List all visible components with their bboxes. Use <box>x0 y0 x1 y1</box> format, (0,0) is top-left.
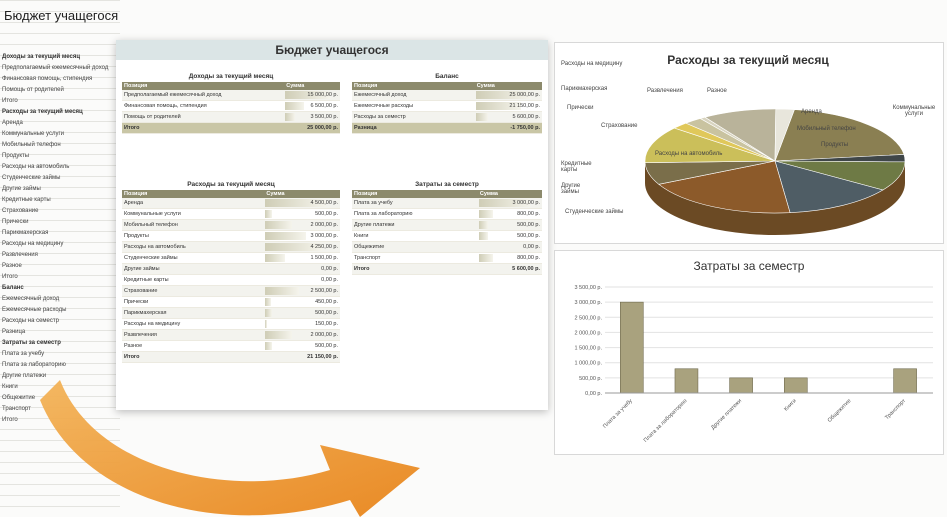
amount-value: 450,00 р. <box>315 299 338 305</box>
amount-value: 1 500,00 р. <box>310 255 338 261</box>
curved-arrow-shape <box>40 380 420 517</box>
amount-value: 800,00 р. <box>517 255 540 261</box>
amount-value: 2 000,00 р. <box>310 222 338 228</box>
arrow-graphic <box>40 380 420 517</box>
amount-value: 4 500,00 р. <box>310 200 338 206</box>
amount-value: 500,00 р. <box>517 233 540 239</box>
amount-value: 21 150,00 р. <box>509 103 540 109</box>
amount-value: 2 500,00 р. <box>310 288 338 294</box>
amount-value: 500,00 р. <box>315 310 338 316</box>
amount-value: 500,00 р. <box>315 343 338 349</box>
amount-value: 500,00 р. <box>517 222 540 228</box>
amount-value: 4 250,00 р. <box>310 244 338 250</box>
amount-value: 2 000,00 р. <box>310 332 338 338</box>
amount-value: 6 500,00 р. <box>310 103 338 109</box>
amount-value: 3 000,00 р. <box>310 233 338 239</box>
amount-value: 3 000,00 р. <box>512 200 540 206</box>
amount-value: 500,00 р. <box>315 211 338 217</box>
amount-value: 15 000,00 р. <box>307 92 338 98</box>
amount-value: 25 000,00 р. <box>509 92 540 98</box>
amount-value: 800,00 р. <box>517 211 540 217</box>
amount-value: 0,00 р. <box>321 277 338 283</box>
amount-value: 3 500,00 р. <box>310 114 338 120</box>
amount-value: 5 600,00 р. <box>512 114 540 120</box>
amount-value: 0,00 р. <box>321 266 338 272</box>
amount-value: 150,00 р. <box>315 321 338 327</box>
amount-value: 0,00 р. <box>523 244 540 250</box>
